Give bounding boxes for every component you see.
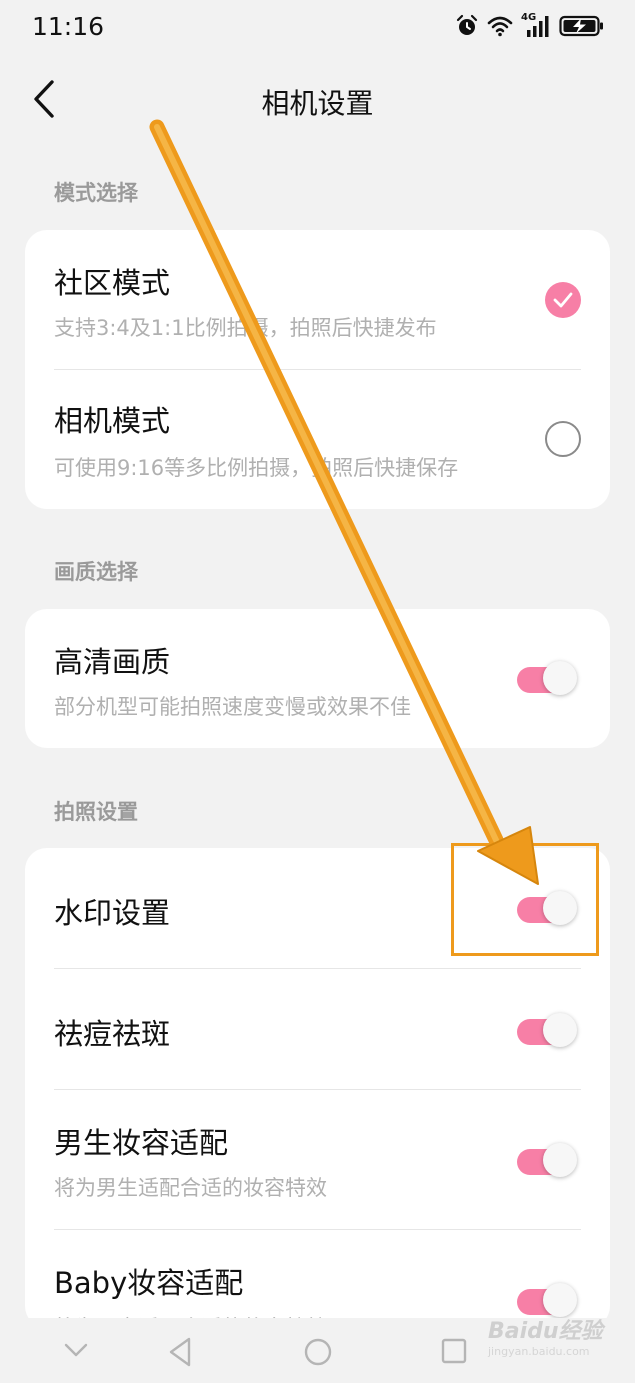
toggle-knob	[543, 1143, 577, 1177]
wifi-icon	[487, 16, 513, 37]
section-header-mode: 模式选择	[54, 181, 138, 205]
toggle-knob	[543, 1283, 577, 1317]
annotation-highlight-box	[451, 843, 599, 956]
alarm-icon	[456, 14, 478, 35]
toggle-knob	[543, 1013, 577, 1047]
battery-charging-icon	[559, 15, 603, 37]
community-mode-desc: 支持3:4及1:1比例拍摄，拍照后快捷发布	[54, 316, 437, 340]
blemish-toggle[interactable]	[517, 1012, 579, 1050]
hd-quality-desc: 部分机型可能拍照速度变慢或效果不佳	[54, 695, 411, 719]
nav-down-icon[interactable]	[62, 1336, 90, 1364]
quality-card: 高清画质 部分机型可能拍照速度变慢或效果不佳	[25, 609, 610, 748]
check-icon	[553, 292, 573, 308]
mode-card: 社区模式 支持3:4及1:1比例拍摄，拍照后快捷发布 相机模式 可使用9:16等…	[25, 230, 610, 509]
watermark-label: 水印设置	[54, 896, 171, 930]
section-header-quality: 画质选择	[54, 560, 138, 584]
nav-bar: 相机设置	[0, 62, 635, 138]
male-makeup-toggle[interactable]	[517, 1142, 579, 1180]
watermark-logo: Baidu经验 jingyan.baidu.com	[488, 1313, 603, 1358]
section-header-photo: 拍照设置	[54, 800, 138, 824]
community-mode-label: 社区模式	[54, 266, 171, 300]
male-makeup-row: 男生妆容适配 将为男生适配合适的妆容特效	[25, 1090, 610, 1229]
baby-makeup-label: Baby妆容适配	[54, 1266, 244, 1300]
male-makeup-desc: 将为男生适配合适的妆容特效	[54, 1176, 327, 1200]
status-icons: 4G	[455, 12, 605, 38]
community-mode-radio[interactable]	[545, 282, 581, 318]
page-title: 相机设置	[261, 87, 374, 120]
watermark-logo-sub: jingyan.baidu.com	[488, 1345, 590, 1358]
blemish-label: 祛痘祛斑	[54, 1017, 171, 1051]
status-time: 11:16	[32, 12, 105, 41]
toggle-knob	[543, 661, 577, 695]
nav-back-icon[interactable]	[167, 1336, 195, 1368]
watermark-logo-text: Baidu经验	[488, 1319, 603, 1344]
community-mode-row[interactable]: 社区模式 支持3:4及1:1比例拍摄，拍照后快捷发布	[25, 230, 610, 369]
camera-mode-desc: 可使用9:16等多比例拍摄，拍照后快捷保存	[54, 456, 459, 480]
blemish-row: 祛痘祛斑	[25, 969, 610, 1089]
signal-icon: 4G	[521, 12, 551, 38]
hd-quality-row: 高清画质 部分机型可能拍照速度变慢或效果不佳	[25, 609, 610, 748]
nav-recents-icon[interactable]	[440, 1336, 468, 1366]
nav-home-icon[interactable]	[302, 1336, 334, 1368]
male-makeup-label: 男生妆容适配	[54, 1126, 229, 1160]
camera-mode-row[interactable]: 相机模式 可使用9:16等多比例拍摄，拍照后快捷保存	[25, 370, 610, 509]
camera-mode-label: 相机模式	[54, 404, 171, 438]
hd-quality-label: 高清画质	[54, 645, 171, 679]
status-bar: 11:16 4G	[0, 0, 635, 58]
camera-mode-radio[interactable]	[545, 421, 581, 457]
hd-quality-toggle[interactable]	[517, 660, 579, 698]
